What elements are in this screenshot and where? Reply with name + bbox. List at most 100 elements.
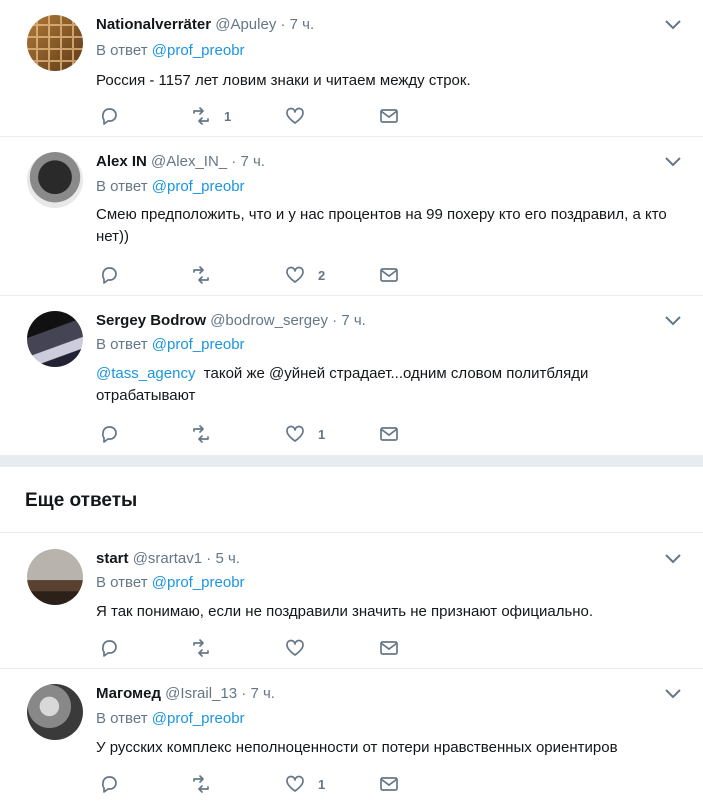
reply-prefix: В ответ: [96, 574, 148, 591]
tweet[interactable]: Nationalverräter @Apuley · 7 ч. В ответ …: [0, 0, 703, 137]
reply-button[interactable]: [98, 423, 120, 445]
direct-message-button[interactable]: [378, 773, 400, 795]
like-button[interactable]: [284, 637, 318, 659]
envelope-icon: [380, 268, 398, 282]
reply-button[interactable]: [98, 637, 120, 659]
handle[interactable]: @Alex_IN_: [151, 153, 227, 170]
reply-icon: [101, 108, 117, 125]
display-name[interactable]: start: [96, 550, 129, 567]
like-button[interactable]: 1: [284, 773, 325, 795]
like-button[interactable]: 2: [284, 264, 325, 286]
handle[interactable]: @Apuley: [215, 16, 276, 33]
avatar[interactable]: [27, 549, 83, 605]
direct-message-button[interactable]: [378, 105, 400, 127]
separator-dot: ·: [332, 312, 338, 329]
tweet-actions: 1: [96, 423, 416, 445]
reply-context: В ответ @prof_preobr: [96, 41, 245, 61]
retweet-button[interactable]: 1: [190, 105, 231, 127]
reply-prefix: В ответ: [96, 178, 148, 195]
reply-prefix: В ответ: [96, 336, 148, 353]
timestamp[interactable]: 7 ч.: [341, 312, 366, 329]
avatar[interactable]: [27, 684, 83, 740]
reply-icon: [101, 426, 117, 443]
envelope-icon: [380, 109, 398, 123]
separator-dot: ·: [206, 550, 212, 567]
retweet-button[interactable]: [190, 773, 224, 795]
reply-context: В ответ @prof_preobr: [96, 709, 245, 729]
reply-icon: [101, 267, 117, 284]
reply-button[interactable]: [98, 773, 120, 795]
like-count: 1: [318, 776, 326, 792]
retweet-button[interactable]: [190, 423, 224, 445]
tweet[interactable]: start @srartav1 · 5 ч. В ответ @prof_pre…: [0, 534, 703, 669]
reply-to-mention[interactable]: @prof_preobr: [152, 42, 245, 59]
chevron-down-icon[interactable]: [664, 314, 682, 328]
heart-icon: [286, 107, 304, 124]
timestamp[interactable]: 7 ч.: [240, 153, 265, 170]
reply-context: В ответ @prof_preobr: [96, 177, 245, 197]
avatar[interactable]: [27, 311, 83, 367]
like-button[interactable]: 1: [284, 423, 325, 445]
heart-icon: [286, 639, 304, 656]
handle[interactable]: @Israil_13: [165, 685, 237, 702]
display-name[interactable]: Alex IN: [96, 153, 147, 170]
handle[interactable]: @bodrow_sergey: [210, 312, 328, 329]
display-name[interactable]: Магомед: [96, 685, 161, 702]
tweet[interactable]: Магомед @Israil_13 · 7 ч. В ответ @prof_…: [0, 669, 703, 807]
separator-dot: ·: [231, 153, 237, 170]
timestamp[interactable]: 5 ч.: [215, 550, 240, 567]
reply-context: В ответ @prof_preobr: [96, 335, 245, 355]
tweet-header: Магомед @Israil_13 · 7 ч.: [96, 684, 275, 704]
reply-button[interactable]: [98, 264, 120, 286]
reply-to-mention[interactable]: @prof_preobr: [152, 710, 245, 727]
retweet-icon: [193, 266, 209, 284]
retweet-button[interactable]: [190, 264, 224, 286]
more-replies-heading: Еще ответы: [25, 490, 138, 511]
chevron-down-icon[interactable]: [664, 552, 682, 566]
text-mention[interactable]: @tass_agency: [96, 365, 195, 382]
reply-to-mention[interactable]: @prof_preobr: [152, 336, 245, 353]
avatar[interactable]: [27, 152, 83, 208]
envelope-icon: [380, 777, 398, 791]
reply-button[interactable]: [98, 105, 120, 127]
direct-message-button[interactable]: [378, 264, 400, 286]
retweet-icon: [193, 639, 209, 657]
retweet-icon: [193, 107, 209, 125]
timestamp[interactable]: 7 ч.: [250, 685, 275, 702]
heart-icon: [286, 425, 304, 442]
timestamp[interactable]: 7 ч.: [290, 16, 315, 33]
tweet-actions: 1: [96, 105, 416, 127]
tweet-header: start @srartav1 · 5 ч.: [96, 549, 240, 569]
tweet-header: Alex IN @Alex_IN_ · 7 ч.: [96, 152, 265, 172]
reply-prefix: В ответ: [96, 42, 148, 59]
reply-to-mention[interactable]: @prof_preobr: [152, 178, 245, 195]
tweet[interactable]: Sergey Bodrow @bodrow_sergey · 7 ч. В от…: [0, 296, 703, 455]
like-button[interactable]: [284, 105, 318, 127]
separator-dot: ·: [280, 16, 286, 33]
avatar[interactable]: [27, 15, 83, 71]
tweet-actions: 1: [96, 773, 416, 795]
tweet-text: Я так понимаю, если не поздравили значит…: [96, 603, 594, 620]
chevron-down-icon[interactable]: [664, 687, 682, 701]
reply-to-mention[interactable]: @prof_preobr: [152, 574, 245, 591]
display-name[interactable]: Sergey Bodrow: [96, 312, 206, 329]
handle[interactable]: @srartav1: [133, 550, 202, 567]
chevron-down-icon[interactable]: [664, 18, 682, 32]
heart-icon: [286, 775, 304, 792]
direct-message-button[interactable]: [378, 423, 400, 445]
tweet-header: Sergey Bodrow @bodrow_sergey · 7 ч.: [96, 311, 366, 331]
retweet-icon: [193, 775, 209, 793]
retweet-button[interactable]: [190, 637, 224, 659]
display-name[interactable]: Nationalverräter: [96, 16, 211, 33]
tweet[interactable]: Alex IN @Alex_IN_ · 7 ч. В ответ @prof_p…: [0, 137, 703, 296]
retweet-count: 1: [224, 108, 232, 124]
tweet-actions: 2: [96, 264, 416, 286]
retweet-icon: [193, 425, 209, 443]
chevron-down-icon[interactable]: [664, 155, 682, 169]
envelope-icon: [380, 427, 398, 441]
like-count: 2: [318, 267, 326, 283]
tweet-text: Россия - 1157 лет ловим знаки и читаем м…: [96, 72, 471, 89]
direct-message-button[interactable]: [378, 637, 400, 659]
reply-prefix: В ответ: [96, 710, 148, 727]
reply-icon: [101, 640, 117, 657]
